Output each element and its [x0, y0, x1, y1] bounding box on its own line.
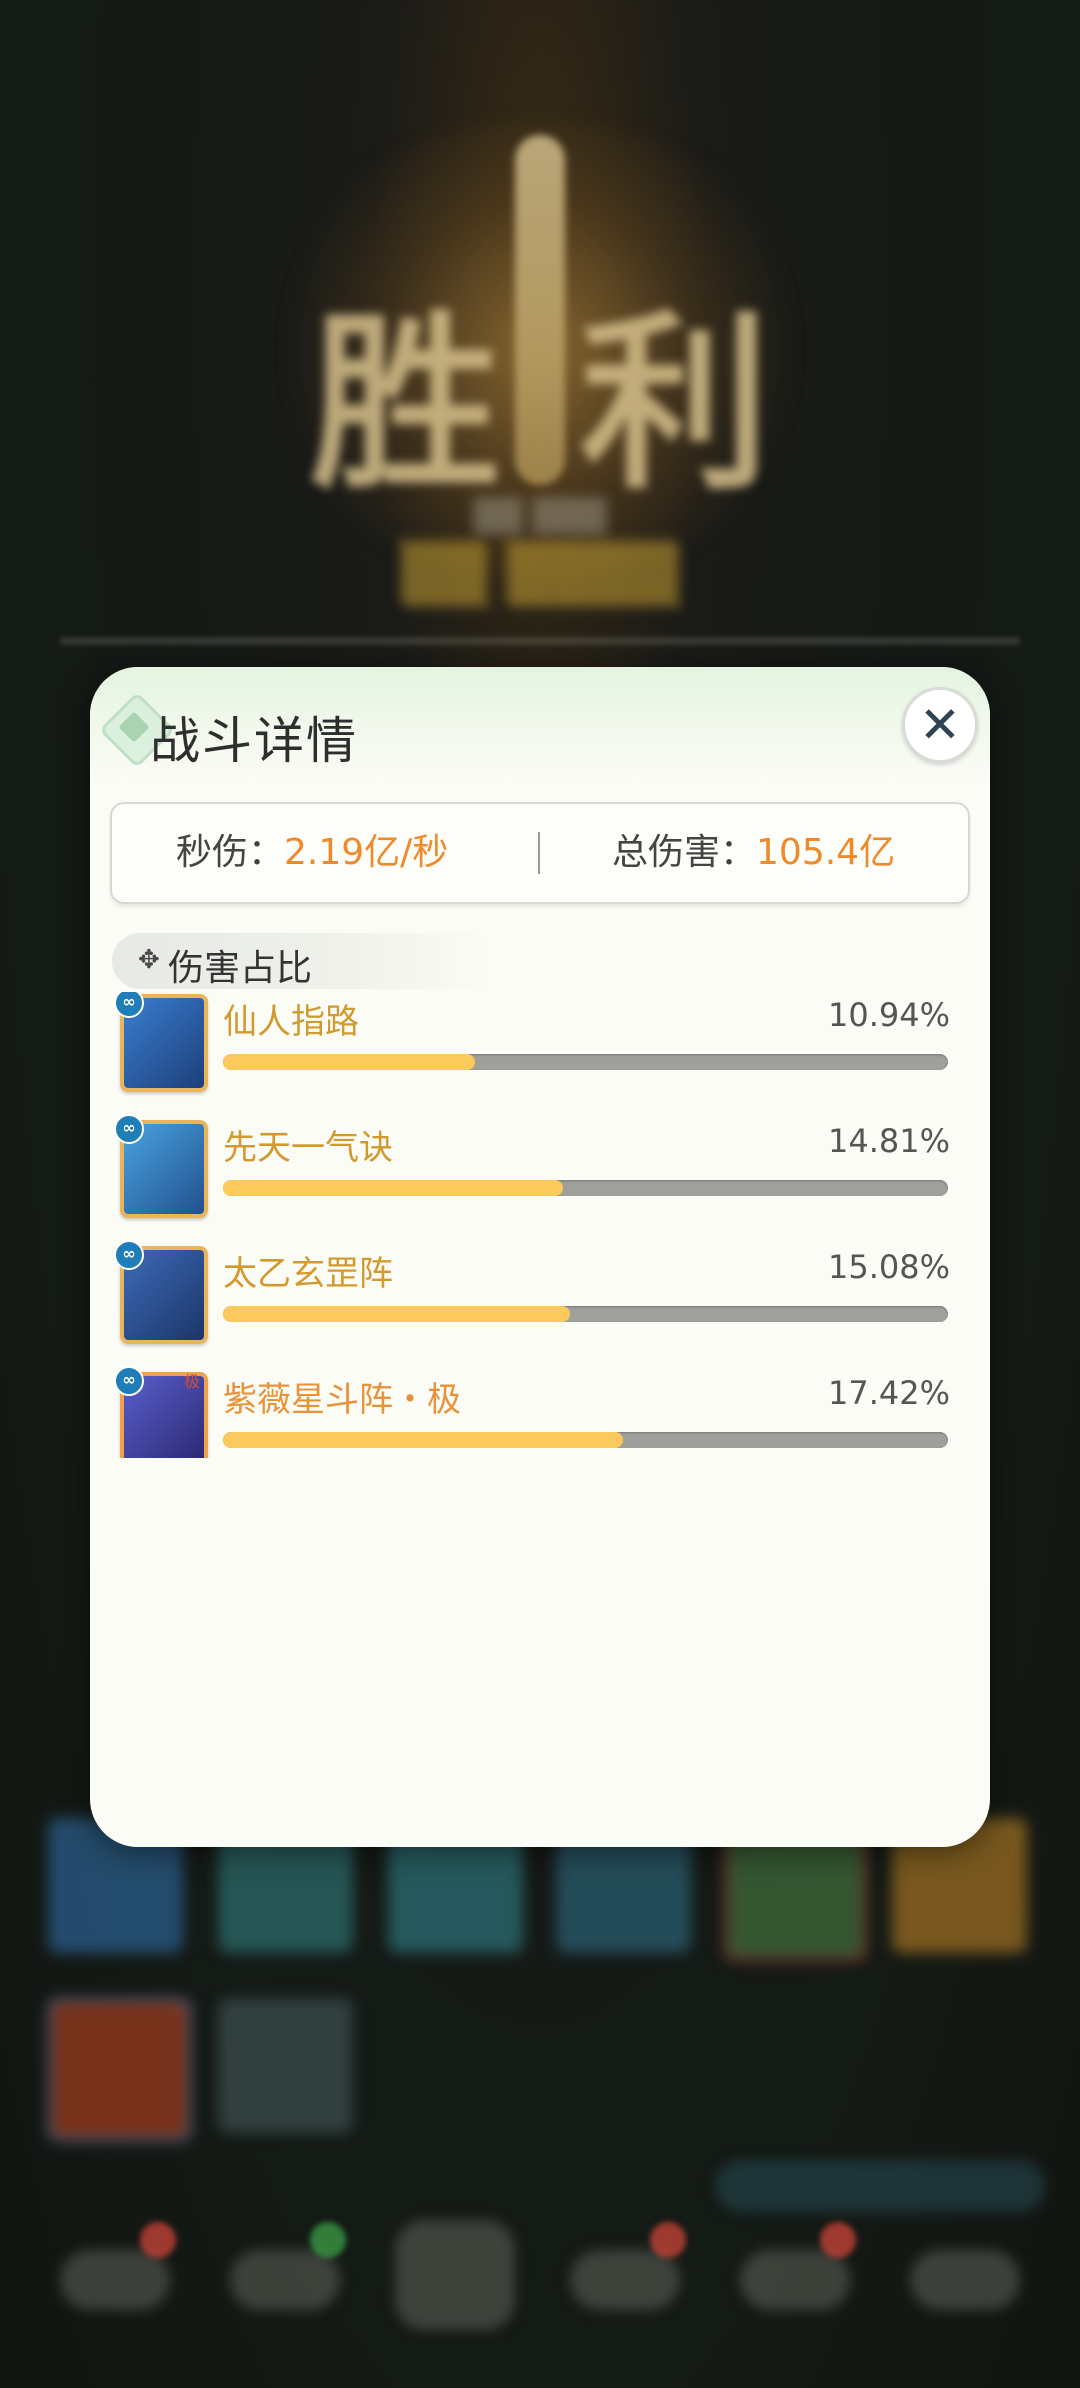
- dps-label: 秒伤：: [176, 832, 285, 873]
- blurred-nav-item: [395, 2220, 515, 2330]
- damage-share-header: ✥ 伤害占比: [112, 933, 492, 989]
- battle-detail-modal: 战斗详情 ✕ 秒伤：2.19亿/秒 总伤害：105.4亿 ✥ 伤害占比 ∞ 仙人指…: [90, 667, 990, 1847]
- blurred-badge: [820, 2222, 856, 2258]
- damage-bar-track: [223, 1432, 948, 1448]
- sparkle-icon: ✥: [138, 945, 160, 975]
- skill-row: ∞ 仙人指路 10.94%: [90, 992, 990, 1118]
- blurred-level: ▒▒ ▒▒▒▒: [401, 542, 679, 607]
- water-icon: ∞: [114, 1366, 144, 1396]
- blurred-divider: [60, 638, 1020, 644]
- blurred-nav-item: [570, 2250, 680, 2310]
- blurred-tile: [218, 1998, 353, 2133]
- skill-row: ∞ 先天一气诀 14.81%: [90, 1114, 990, 1244]
- damage-bar-fill: [223, 1306, 570, 1322]
- blurred-caption: ▒▒ ▒▒▒: [473, 497, 607, 535]
- skill-row: ∞ 极 紫薇星斗阵・极 17.42%: [90, 1366, 990, 1458]
- blurred-badge: [140, 2222, 176, 2258]
- damage-summary: 秒伤：2.19亿/秒 总伤害：105.4亿: [110, 802, 970, 904]
- skill-name: 先天一气诀: [223, 1128, 393, 1168]
- total-damage-stat: 总伤害：105.4亿: [612, 804, 895, 902]
- close-button[interactable]: ✕: [902, 687, 978, 763]
- skill-row: ∞ 太乙玄罡阵 15.08%: [90, 1240, 990, 1370]
- damage-bar-fill: [223, 1432, 624, 1448]
- total-damage-value: 105.4亿: [756, 832, 896, 873]
- ji-badge: 极: [184, 1372, 201, 1391]
- damage-bar-fill: [223, 1054, 475, 1070]
- section-label: 伤害占比: [168, 948, 313, 989]
- total-damage-label: 总伤害：: [612, 832, 757, 873]
- blurred-pill: [715, 2160, 1045, 2212]
- blurred-nav-item: [740, 2250, 850, 2310]
- victory-banner-blurred: 胜利: [309, 292, 850, 515]
- skill-name: 太乙玄罡阵: [223, 1254, 393, 1294]
- damage-bar-track: [223, 1306, 948, 1322]
- skill-name: 仙人指路: [223, 1002, 359, 1042]
- damage-bar-track: [223, 1180, 948, 1196]
- water-icon: ∞: [114, 1114, 144, 1144]
- blurred-nav-item: [60, 2250, 170, 2310]
- blurred-badge: [310, 2222, 346, 2258]
- blurred-tile: [48, 1998, 191, 2141]
- skill-damage-list[interactable]: ∞ 仙人指路 10.94% ∞ 先天一气诀 14.81% ∞ 太乙玄罡阵 15.08% ∞ 极紫薇星…: [90, 992, 990, 1458]
- skill-percent: 15.08%: [827, 1248, 950, 1286]
- dps-stat: 秒伤：2.19亿/秒: [176, 804, 448, 902]
- damage-bar-track: [223, 1054, 948, 1070]
- summary-divider: [538, 832, 540, 874]
- blurred-nav-item: [910, 2250, 1020, 2310]
- blurred-badge: [650, 2222, 686, 2258]
- skill-percent: 17.42%: [827, 1374, 950, 1412]
- skill-name: 紫薇星斗阵・极: [223, 1380, 461, 1420]
- blurred-nav-item: [230, 2250, 340, 2310]
- close-icon: ✕: [919, 696, 961, 754]
- water-icon: ∞: [114, 1240, 144, 1270]
- modal-title: 战斗详情: [150, 712, 358, 770]
- dps-value: 2.19亿/秒: [284, 832, 449, 873]
- damage-bar-fill: [223, 1180, 564, 1196]
- skill-percent: 14.81%: [827, 1122, 950, 1160]
- skill-percent: 10.94%: [827, 996, 950, 1034]
